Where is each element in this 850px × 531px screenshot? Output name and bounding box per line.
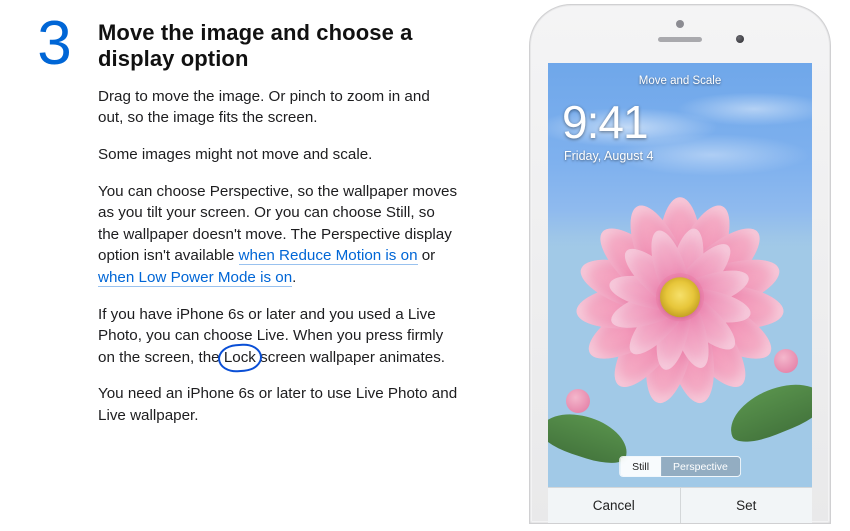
wallpaper-toolbar: Cancel Set (548, 487, 812, 523)
phone-column: Move and Scale 9:41 Friday, August 4 Sti… (510, 0, 850, 531)
front-camera-icon (736, 35, 744, 43)
cancel-button[interactable]: Cancel (548, 488, 680, 523)
step-body: Drag to move the image. Or pinch to zoom… (98, 86, 458, 427)
support-step: 3 Move the image and choose a display op… (0, 0, 850, 531)
paragraph-2: Some images might not move and scale. (98, 144, 458, 166)
set-button[interactable]: Set (680, 488, 813, 523)
segmented-option-perspective[interactable]: Perspective (661, 457, 740, 476)
iphone-device-frame: Move and Scale 9:41 Friday, August 4 Sti… (529, 4, 831, 524)
link-reduce-motion[interactable]: when Reduce Motion is on (239, 247, 418, 265)
proximity-sensor-icon (676, 20, 684, 28)
paragraph-3-text-b: or (418, 247, 436, 264)
paragraph-4-text-b: screen wallpaper animates. (256, 349, 445, 366)
paragraph-4: If you have iPhone 6s or later and you u… (98, 304, 458, 369)
flower-center (660, 277, 700, 317)
lock-screen-time: 9:41 (562, 99, 648, 145)
paragraph-5: You need an iPhone 6s or later to use Li… (98, 383, 458, 426)
phone-screen: Move and Scale 9:41 Friday, August 4 Sti… (548, 63, 812, 523)
step-heading: Move the image and choose a display opti… (98, 14, 428, 72)
step-header: 3 Move the image and choose a display op… (32, 14, 490, 72)
flower-shape (575, 192, 785, 402)
paragraph-1: Drag to move the image. Or pinch to zoom… (98, 86, 458, 129)
display-option-segmented: Still Perspective (619, 456, 741, 477)
earpiece-speaker-icon (658, 37, 702, 42)
annotated-word-lock: Lock (224, 347, 256, 369)
segmented-option-still[interactable]: Still (620, 457, 661, 476)
phone-top-bezel (530, 5, 830, 63)
paragraph-3: You can choose Perspective, so the wallp… (98, 181, 458, 289)
lock-screen-date: Friday, August 4 (564, 149, 653, 163)
step-number: 3 (32, 14, 76, 72)
link-low-power-mode[interactable]: when Low Power Mode is on (98, 269, 292, 287)
text-column: 3 Move the image and choose a display op… (0, 0, 510, 531)
screen-title: Move and Scale (548, 75, 812, 87)
paragraph-3-text-c: . (292, 269, 296, 286)
